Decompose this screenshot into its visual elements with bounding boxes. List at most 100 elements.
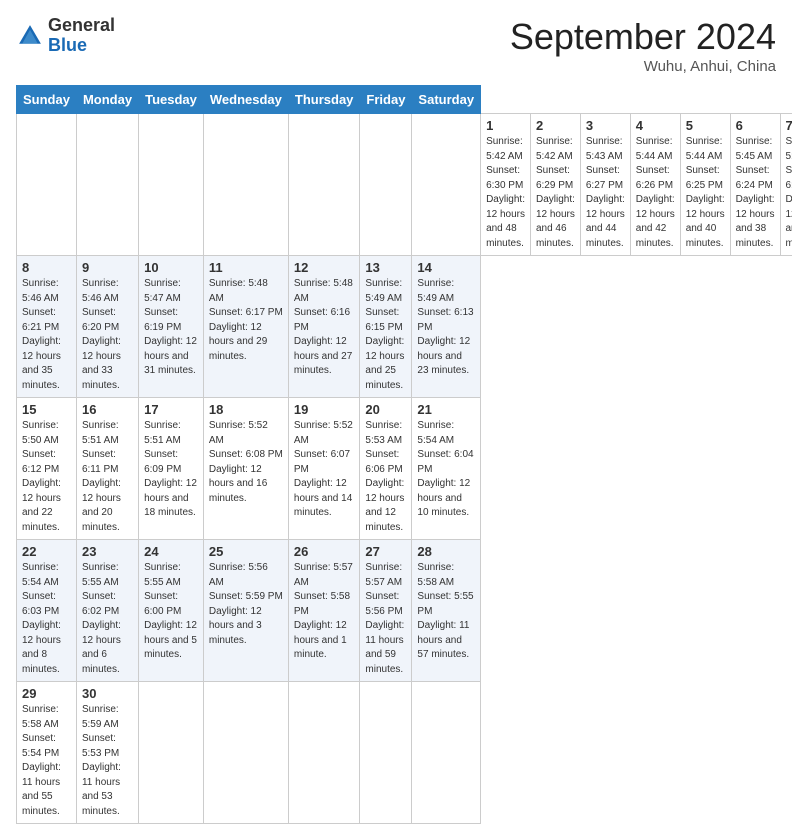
calendar-cell bbox=[360, 114, 412, 256]
calendar-cell: 15Sunrise: 5:50 AMSunset: 6:12 PMDayligh… bbox=[17, 398, 77, 540]
day-info: Sunrise: 5:48 AMSunset: 6:17 PMDaylight:… bbox=[209, 277, 283, 364]
calendar-cell bbox=[412, 682, 481, 824]
day-info: Sunrise: 5:52 AMSunset: 6:08 PMDaylight:… bbox=[209, 419, 283, 506]
calendar-cell: 13 Sunrise: 5:49 AMSunset: 6:15 PMDayligh… bbox=[360, 256, 412, 398]
day-number: 6 bbox=[736, 118, 775, 133]
day-number: 4 bbox=[636, 118, 675, 133]
calendar-cell: 24Sunrise: 5:55 AMSunset: 6:00 PMDayligh… bbox=[139, 540, 204, 682]
day-info: Sunrise: 5:49 AMSunset: 6:15 PMDaylight:… bbox=[365, 277, 406, 393]
day-number: 7 bbox=[786, 118, 792, 133]
day-number: 21 bbox=[417, 402, 475, 417]
calendar-week-4: 22 Sunrise: 5:54 AMSunset: 6:03 PMDayligh… bbox=[17, 540, 792, 682]
logo-blue: Blue bbox=[48, 36, 115, 56]
day-info: Sunrise: 5:51 AMSunset: 6:11 PMDaylight:… bbox=[82, 419, 133, 535]
day-info: Sunrise: 5:42 AMSunset: 6:30 PMDaylight:… bbox=[486, 135, 525, 251]
calendar-cell: 17 Sunrise: 5:51 AMSunset: 6:09 PMDayligh… bbox=[139, 398, 204, 540]
calendar-cell: 3 Sunrise: 5:43 AMSunset: 6:27 PMDaylight… bbox=[580, 114, 630, 256]
calendar-week-1: 1Sunrise: 5:42 AMSunset: 6:30 PMDaylight… bbox=[17, 114, 792, 256]
day-number: 25 bbox=[209, 544, 283, 559]
calendar-cell: 1Sunrise: 5:42 AMSunset: 6:30 PMDaylight… bbox=[481, 114, 531, 256]
calendar-cell bbox=[288, 114, 360, 256]
calendar-cell: 19Sunrise: 5:52 AMSunset: 6:07 PMDayligh… bbox=[288, 398, 360, 540]
day-info: Sunrise: 5:50 AMSunset: 6:12 PMDaylight:… bbox=[22, 419, 71, 535]
calendar-cell: 7Sunrise: 5:45 AMSunset: 6:22 PMDaylight… bbox=[780, 114, 792, 256]
day-info: Sunrise: 5:46 AMSunset: 6:21 PMDaylight:… bbox=[22, 277, 71, 393]
calendar-cell: 11 Sunrise: 5:48 AMSunset: 6:17 PMDayligh… bbox=[203, 256, 288, 398]
day-info: Sunrise: 5:54 AMSunset: 6:03 PMDaylight:… bbox=[22, 561, 71, 677]
calendar-cell bbox=[203, 114, 288, 256]
day-number: 16 bbox=[82, 402, 133, 417]
logo-text: General Blue bbox=[48, 16, 115, 56]
day-number: 24 bbox=[144, 544, 198, 559]
day-info: Sunrise: 5:44 AMSunset: 6:26 PMDaylight:… bbox=[636, 135, 675, 251]
calendar-week-5: 29 Sunrise: 5:58 AMSunset: 5:54 PMDayligh… bbox=[17, 682, 792, 824]
day-number: 30 bbox=[82, 686, 133, 701]
calendar-cell: 10 Sunrise: 5:47 AMSunset: 6:19 PMDayligh… bbox=[139, 256, 204, 398]
day-number: 17 bbox=[144, 402, 198, 417]
calendar-cell: 12 Sunrise: 5:48 AMSunset: 6:16 PMDayligh… bbox=[288, 256, 360, 398]
day-info: Sunrise: 5:58 AMSunset: 5:54 PMDaylight:… bbox=[22, 703, 71, 819]
calendar-header-row: SundayMondayTuesdayWednesdayThursdayFrid… bbox=[17, 86, 792, 114]
page-header: General Blue September 2024 Wuhu, Anhui,… bbox=[16, 16, 776, 75]
location: Wuhu, Anhui, China bbox=[510, 58, 776, 75]
day-number: 12 bbox=[294, 260, 355, 275]
day-info: Sunrise: 5:48 AMSunset: 6:16 PMDaylight:… bbox=[294, 277, 355, 379]
calendar-cell: 21Sunrise: 5:54 AMSunset: 6:04 PMDayligh… bbox=[412, 398, 481, 540]
calendar-cell: 29 Sunrise: 5:58 AMSunset: 5:54 PMDayligh… bbox=[17, 682, 77, 824]
day-number: 5 bbox=[686, 118, 725, 133]
day-number: 20 bbox=[365, 402, 406, 417]
calendar-cell: 22 Sunrise: 5:54 AMSunset: 6:03 PMDayligh… bbox=[17, 540, 77, 682]
day-info: Sunrise: 5:45 AMSunset: 6:24 PMDaylight:… bbox=[736, 135, 775, 251]
header-friday: Friday bbox=[360, 86, 412, 114]
title-block: September 2024 Wuhu, Anhui, China bbox=[510, 16, 776, 75]
calendar-cell: 26Sunrise: 5:57 AMSunset: 5:58 PMDayligh… bbox=[288, 540, 360, 682]
calendar-cell: 28Sunrise: 5:58 AMSunset: 5:55 PMDayligh… bbox=[412, 540, 481, 682]
day-number: 26 bbox=[294, 544, 355, 559]
logo-icon bbox=[16, 22, 44, 50]
calendar-cell: 30Sunrise: 5:59 AMSunset: 5:53 PMDayligh… bbox=[76, 682, 138, 824]
day-number: 3 bbox=[586, 118, 625, 133]
day-number: 23 bbox=[82, 544, 133, 559]
header-monday: Monday bbox=[76, 86, 138, 114]
day-number: 11 bbox=[209, 260, 283, 275]
logo: General Blue bbox=[16, 16, 115, 56]
calendar-cell bbox=[288, 682, 360, 824]
day-info: Sunrise: 5:53 AMSunset: 6:06 PMDaylight:… bbox=[365, 419, 406, 535]
calendar-cell bbox=[139, 682, 204, 824]
day-number: 14 bbox=[417, 260, 475, 275]
calendar-week-3: 15Sunrise: 5:50 AMSunset: 6:12 PMDayligh… bbox=[17, 398, 792, 540]
calendar-cell: 27Sunrise: 5:57 AMSunset: 5:56 PMDayligh… bbox=[360, 540, 412, 682]
day-info: Sunrise: 5:42 AMSunset: 6:29 PMDaylight:… bbox=[536, 135, 575, 251]
day-number: 18 bbox=[209, 402, 283, 417]
calendar-cell: 2 Sunrise: 5:42 AMSunset: 6:29 PMDaylight… bbox=[530, 114, 580, 256]
day-number: 29 bbox=[22, 686, 71, 701]
calendar-cell bbox=[17, 114, 77, 256]
day-number: 9 bbox=[82, 260, 133, 275]
calendar-cell: 4 Sunrise: 5:44 AMSunset: 6:26 PMDaylight… bbox=[630, 114, 680, 256]
day-number: 27 bbox=[365, 544, 406, 559]
calendar-cell bbox=[360, 682, 412, 824]
day-info: Sunrise: 5:51 AMSunset: 6:09 PMDaylight:… bbox=[144, 419, 198, 521]
calendar-cell: 18 Sunrise: 5:52 AMSunset: 6:08 PMDayligh… bbox=[203, 398, 288, 540]
day-number: 22 bbox=[22, 544, 71, 559]
day-info: Sunrise: 5:52 AMSunset: 6:07 PMDaylight:… bbox=[294, 419, 355, 521]
calendar-cell: 5Sunrise: 5:44 AMSunset: 6:25 PMDaylight… bbox=[680, 114, 730, 256]
day-number: 2 bbox=[536, 118, 575, 133]
header-wednesday: Wednesday bbox=[203, 86, 288, 114]
day-info: Sunrise: 5:47 AMSunset: 6:19 PMDaylight:… bbox=[144, 277, 198, 379]
calendar-cell: 8 Sunrise: 5:46 AMSunset: 6:21 PMDaylight… bbox=[17, 256, 77, 398]
calendar-cell bbox=[203, 682, 288, 824]
calendar-cell bbox=[76, 114, 138, 256]
calendar-cell: 6 Sunrise: 5:45 AMSunset: 6:24 PMDaylight… bbox=[730, 114, 780, 256]
day-number: 10 bbox=[144, 260, 198, 275]
day-info: Sunrise: 5:43 AMSunset: 6:27 PMDaylight:… bbox=[586, 135, 625, 251]
day-number: 28 bbox=[417, 544, 475, 559]
calendar-cell: 14 Sunrise: 5:49 AMSunset: 6:13 PMDayligh… bbox=[412, 256, 481, 398]
day-info: Sunrise: 5:46 AMSunset: 6:20 PMDaylight:… bbox=[82, 277, 133, 393]
header-saturday: Saturday bbox=[412, 86, 481, 114]
day-info: Sunrise: 5:55 AMSunset: 6:02 PMDaylight:… bbox=[82, 561, 133, 677]
calendar-cell: 16 Sunrise: 5:51 AMSunset: 6:11 PMDayligh… bbox=[76, 398, 138, 540]
day-number: 13 bbox=[365, 260, 406, 275]
day-info: Sunrise: 5:49 AMSunset: 6:13 PMDaylight:… bbox=[417, 277, 475, 379]
day-number: 8 bbox=[22, 260, 71, 275]
